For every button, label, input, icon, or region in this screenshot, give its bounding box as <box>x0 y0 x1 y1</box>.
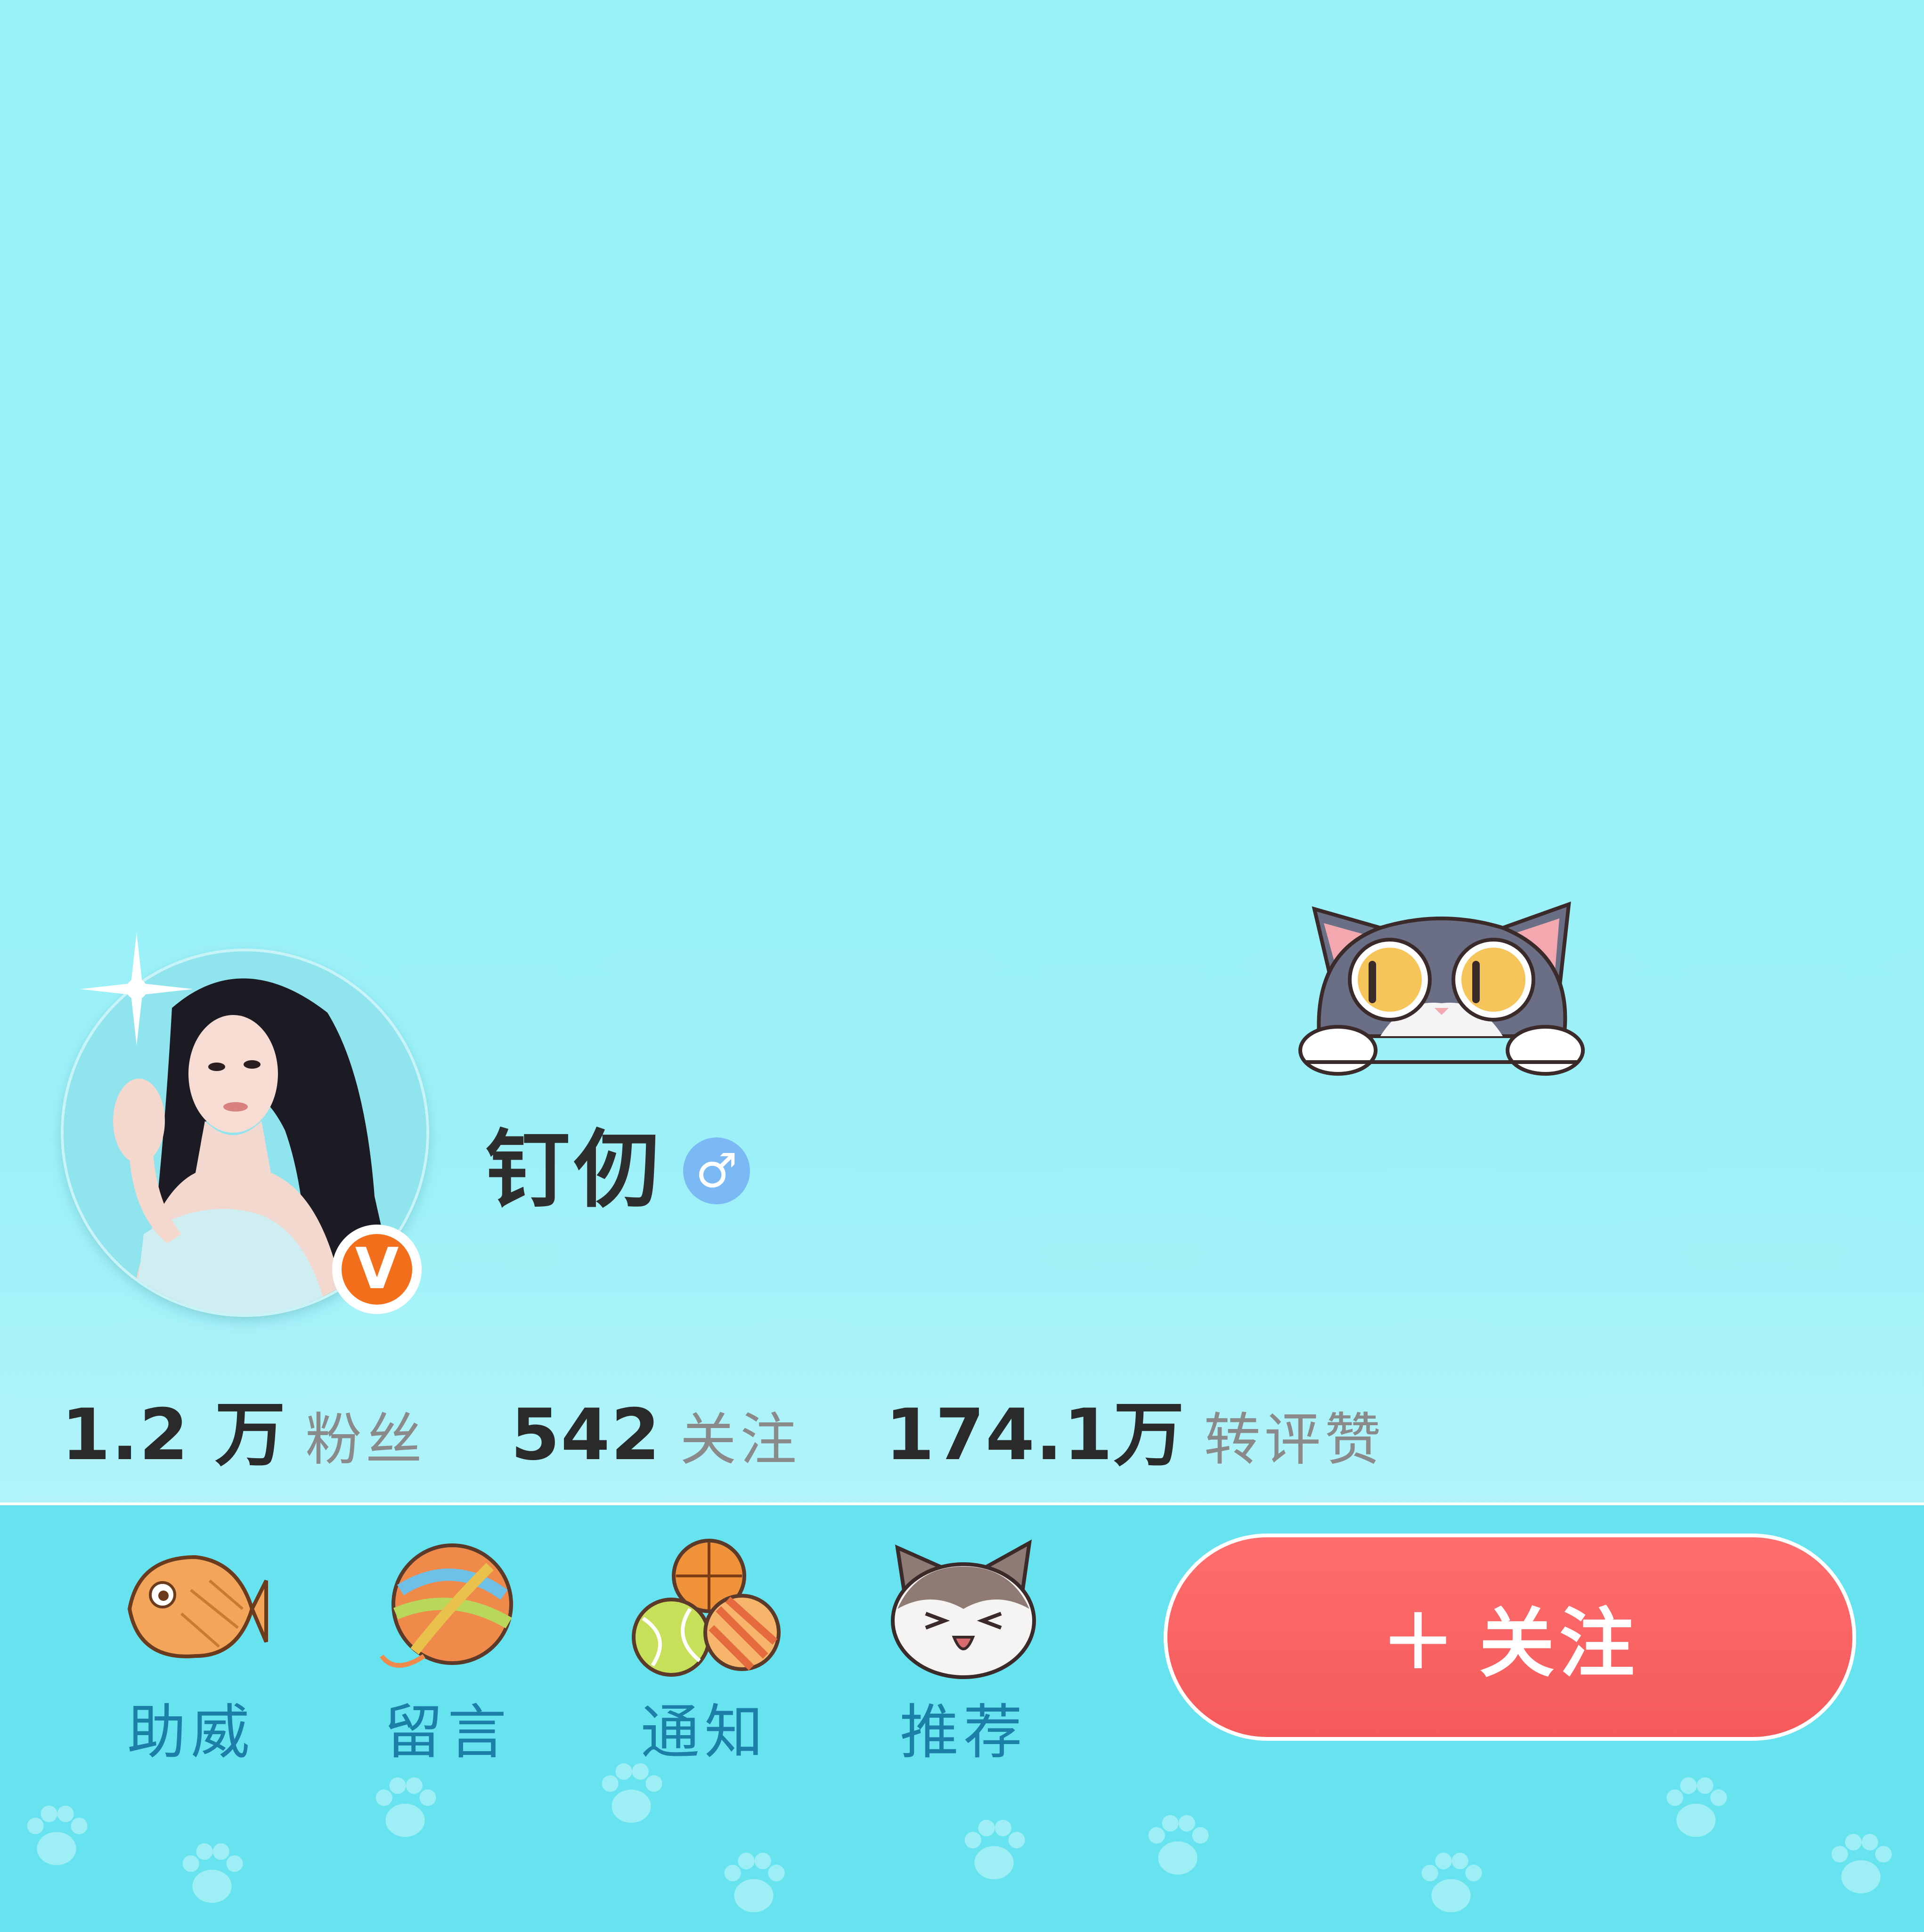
paw-print-icon <box>182 1843 243 1903</box>
stat-label: 关注 <box>680 1407 801 1473</box>
follow-button[interactable]: + 关注 <box>1164 1534 1856 1741</box>
fish-icon <box>127 1555 268 1658</box>
stat-interactions[interactable]: 174.1万 转评赞 <box>885 1378 1385 1480</box>
peeking-cat-icon <box>1298 901 1585 1076</box>
profile-header: V 钉仞 ♂ 1.2 万 粉丝 542 关注 174.1万 转评赞 <box>0 0 1924 1502</box>
paw-print-icon <box>27 1805 88 1865</box>
bottom-action-bar: 助威 留言 通知 推荐 + 关注 <box>0 1502 1924 1932</box>
male-gender-icon: ♂ <box>683 1137 750 1204</box>
verified-v-icon: V <box>342 1234 412 1305</box>
cat-face-icon <box>891 1539 1036 1679</box>
stat-followers[interactable]: 1.2 万 粉丝 <box>61 1378 426 1480</box>
action-cheer[interactable]: 助威 <box>106 1538 276 1770</box>
paw-print-icon <box>964 1819 1025 1879</box>
action-label: 通知 <box>641 1698 768 1767</box>
action-label: 留言 <box>384 1698 511 1767</box>
stat-value: 542 <box>510 1394 661 1476</box>
stat-value: 1.2 万 <box>61 1394 286 1476</box>
follow-button-label: 关注 <box>1479 1599 1639 1688</box>
action-notify[interactable]: 通知 <box>620 1538 789 1770</box>
action-label: 助威 <box>127 1698 254 1767</box>
username: 钉仞 <box>485 1121 663 1219</box>
plus-icon: + <box>1380 1585 1460 1689</box>
action-label: 推荐 <box>900 1698 1027 1767</box>
stat-label: 粉丝 <box>305 1407 426 1473</box>
yarn-ball-icon <box>380 1543 513 1668</box>
paw-print-icon <box>724 1852 785 1912</box>
sparkle-icon <box>80 933 193 1046</box>
paw-print-icon <box>1148 1815 1209 1875</box>
stat-value: 174.1万 <box>885 1394 1185 1476</box>
action-recommend[interactable]: 推荐 <box>879 1538 1048 1770</box>
stat-label: 转评赞 <box>1204 1407 1385 1473</box>
stats-row: 1.2 万 粉丝 542 关注 174.1万 转评赞 <box>61 1378 1470 1476</box>
paw-print-icon <box>1421 1852 1482 1912</box>
paw-print-icon <box>375 1777 436 1837</box>
stat-following[interactable]: 542 关注 <box>511 1394 800 1476</box>
paw-print-icon <box>1831 1834 1892 1893</box>
action-message[interactable]: 留言 <box>363 1538 532 1770</box>
balls-icon <box>632 1539 781 1677</box>
paw-print-icon <box>1666 1777 1727 1837</box>
verified-badge: V <box>332 1225 422 1314</box>
